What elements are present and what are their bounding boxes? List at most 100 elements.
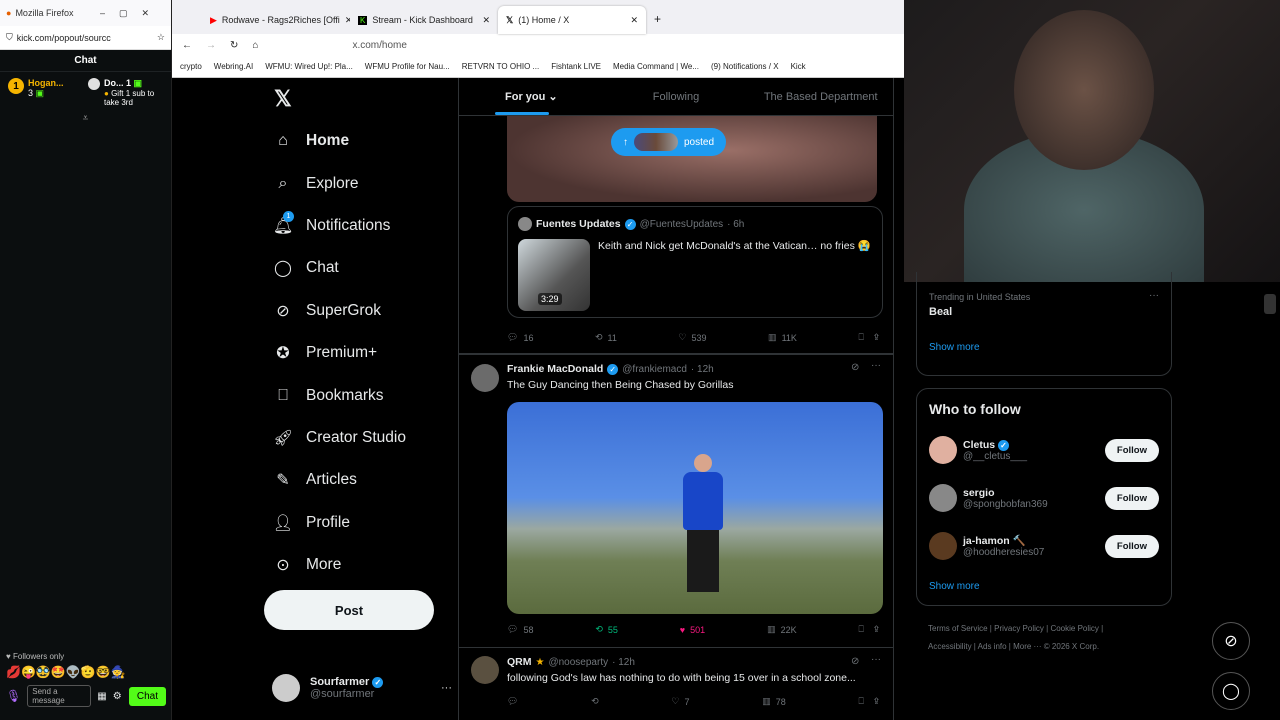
repost-button[interactable]: ⟲ 55 — [595, 624, 618, 635]
account-switcher[interactable]: Sourfarmer ✓ @sourfarmer ··· — [272, 668, 452, 708]
nav-explore[interactable]: ⌕ Explore — [262, 162, 458, 204]
nav-supergrok[interactable]: ⊘ SuperGrok — [262, 290, 458, 332]
x-logo-icon[interactable]: 𝕏 — [262, 78, 458, 120]
tab-following[interactable]: Following — [604, 78, 749, 115]
bookmark-media-command[interactable]: Media Command | We... — [613, 62, 699, 71]
follow-suggestion[interactable]: Cletus ✓ @__cletus___ Follow — [929, 433, 1159, 467]
nav-bookmarks[interactable]: ⎕ Bookmarks — [262, 374, 458, 416]
follow-button[interactable]: Follow — [1104, 534, 1159, 558]
nav-creator-studio[interactable]: 🚀︎ Creator Studio — [262, 417, 458, 459]
messages-fab-icon[interactable]: ◯ — [1212, 672, 1250, 710]
tweet-video[interactable] — [507, 402, 883, 614]
quote-video-thumbnail[interactable]: 3:29 — [518, 239, 590, 311]
store-icon[interactable]: ▦ — [97, 691, 106, 702]
gear-icon[interactable]: ⚙ — [113, 691, 122, 702]
bookmark-wfmu[interactable]: WFMU: Wired Up!: Pla... — [265, 62, 353, 71]
bookmark-fishtank[interactable]: Fishtank LIVE — [551, 62, 601, 71]
nav-premium[interactable]: ✪ Premium+ — [262, 332, 458, 374]
tab-kick-dashboard[interactable]: K Stream - Kick Dashboard ✕ — [350, 6, 498, 34]
bookmark-retvrn[interactable]: RETVRN TO OHIO ... — [462, 62, 540, 71]
footer-link[interactable]: Accessibility — [928, 642, 972, 651]
collapse-chevron-icon[interactable]: ⩡ — [0, 113, 171, 124]
star-icon[interactable]: ☆ — [157, 32, 165, 43]
footer-link[interactable]: Cookie Policy — [1050, 624, 1098, 633]
tweet-time[interactable]: · 12h — [691, 364, 714, 375]
more-dots-icon[interactable]: ··· — [871, 654, 881, 665]
nav-articles[interactable]: ✎ Articles — [262, 459, 458, 501]
bookmark-wfmu-profile[interactable]: WFMU Profile for Nau... — [365, 62, 450, 71]
tweet-author-handle[interactable]: @nooseparty — [548, 657, 608, 668]
tab-for-you[interactable]: For you ⌄ — [459, 78, 604, 115]
send-message-input[interactable]: Send a message — [27, 685, 92, 707]
follow-suggestion[interactable]: sergio @spongbobfan369 Follow — [929, 481, 1159, 515]
tweet-time[interactable]: · 12h — [612, 657, 635, 668]
nav-notifications[interactable]: 🔔︎ 1 Notifications — [262, 205, 458, 247]
tweet-author-name[interactable]: QRM — [507, 656, 532, 668]
reload-icon[interactable]: ↻ — [230, 40, 238, 51]
reply-button[interactable]: 💬︎ 58 — [507, 624, 533, 635]
scrollbar[interactable] — [1264, 294, 1276, 314]
tweet[interactable]: ↑ posted Fuentes Updates ✓ @FuentesUpdat… — [459, 116, 893, 354]
more-dots-icon[interactable]: ··· — [441, 682, 452, 694]
new-tab-icon[interactable]: + — [646, 12, 669, 34]
nav-more[interactable]: ⊙ More — [262, 544, 458, 586]
views-button[interactable]: ▥ 22K — [767, 624, 797, 635]
bookmark-crypto[interactable]: crypto — [180, 62, 202, 71]
avatar[interactable] — [471, 656, 499, 684]
bookmark-kick[interactable]: Kick — [791, 62, 806, 71]
mic-icon[interactable]: 🎙 — [6, 689, 21, 703]
reply-button[interactable]: 💬︎ — [507, 696, 518, 707]
tab-x-home[interactable]: 𝕏 (1) Home / X ✕ — [498, 6, 646, 34]
show-more-link[interactable]: Show more — [929, 581, 980, 592]
repost-button[interactable]: ⟲ 11 — [595, 332, 617, 343]
more-dots-icon[interactable]: ··· — [871, 360, 881, 371]
like-button[interactable]: ♡ 539 — [678, 332, 706, 343]
tweet-author-handle[interactable]: @frankiemacd — [622, 364, 687, 375]
nav-chat[interactable]: ◯ Chat — [262, 247, 458, 289]
emote-bar[interactable]: 💋😜🥸🤩👽🫡🤓🧙 — [6, 665, 166, 679]
footer-link[interactable]: More ··· — [1013, 642, 1041, 651]
bookmark-share-buttons[interactable]: ⎕ ⇪ — [858, 696, 879, 707]
post-button[interactable]: Post — [264, 590, 434, 630]
grok-icon[interactable]: ⊘ — [851, 362, 859, 373]
close-icon[interactable]: ✕ — [482, 15, 490, 26]
tweet-author-name[interactable]: Frankie MacDonald — [507, 363, 603, 375]
home-nav-icon[interactable]: ⌂ — [252, 40, 258, 51]
views-button[interactable]: ▥ 11K — [768, 332, 797, 343]
repost-button[interactable]: ⟲ — [591, 696, 599, 707]
avatar[interactable] — [471, 364, 499, 392]
follow-suggestion[interactable]: ja-hamon 🔨 @hoodheresies07 Follow — [929, 529, 1159, 563]
follow-button[interactable]: Follow — [1104, 486, 1159, 510]
new-posts-pill[interactable]: ↑ posted — [611, 128, 727, 156]
footer-link[interactable]: Ads info — [978, 642, 1007, 651]
more-dots-icon[interactable]: ··· — [1149, 290, 1159, 301]
reply-button[interactable]: 💬︎ 16 — [507, 332, 533, 343]
bookmark-webring[interactable]: Webring.AI — [214, 62, 253, 71]
window-controls[interactable]: –▢✕ — [100, 8, 163, 19]
address-bar[interactable]: x.com/home — [352, 40, 406, 51]
tweet[interactable]: Frankie MacDonald ✓ @frankiemacd · 12h ⊘… — [459, 354, 893, 648]
back-icon[interactable]: ← — [182, 40, 192, 51]
like-button[interactable]: ♥ 501 — [680, 624, 705, 635]
close-icon[interactable]: ✕ — [630, 15, 638, 26]
chat-send-button[interactable]: Chat — [128, 686, 166, 706]
kick-url[interactable]: kick.com/popout/sourcc — [17, 33, 153, 43]
follow-button[interactable]: Follow — [1104, 438, 1159, 462]
forward-icon[interactable]: → — [206, 40, 216, 51]
footer-link[interactable]: Terms of Service — [928, 624, 988, 633]
kick-url-bar[interactable]: ⛉ kick.com/popout/sourcc ☆ — [0, 26, 171, 50]
nav-profile[interactable]: 👤︎ Profile — [262, 502, 458, 544]
tweet[interactable]: QRM ★ @nooseparty · 12h ⊘ ··· following … — [459, 648, 893, 720]
bookmark-notifications[interactable]: (9) Notifications / X — [711, 62, 779, 71]
bookmark-share-buttons[interactable]: ⎕ ⇪ — [858, 332, 879, 343]
tab-rodwave[interactable]: ▶ Rodwave - Rags2Riches [Offi ✕ — [202, 6, 350, 34]
views-button[interactable]: ▥ 78 — [762, 696, 786, 707]
footer-link[interactable]: Privacy Policy — [994, 624, 1044, 633]
trending-topic[interactable]: Beal — [929, 306, 952, 318]
like-button[interactable]: ♡ 7 — [671, 696, 689, 707]
show-more-link[interactable]: Show more — [929, 342, 980, 353]
nav-home[interactable]: ⌂ Home — [262, 120, 458, 162]
tab-based-department[interactable]: The Based Department — [748, 78, 893, 115]
grok-fab-icon[interactable]: ⊘ — [1212, 622, 1250, 660]
bookmark-share-buttons[interactable]: ⎕ ⇪ — [858, 624, 879, 635]
